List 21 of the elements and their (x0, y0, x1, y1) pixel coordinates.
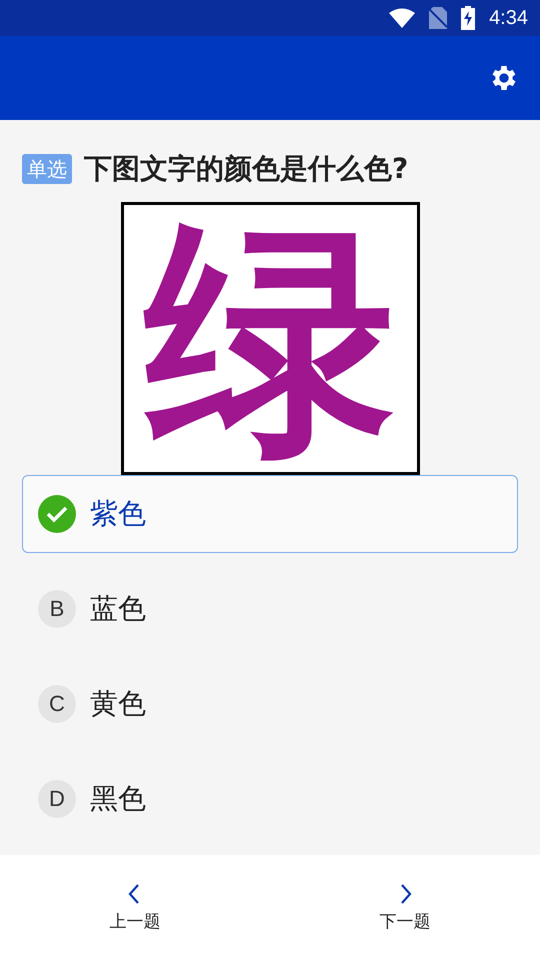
battery-charging-icon (461, 6, 476, 30)
colored-character: 绿 (145, 214, 395, 464)
option-text: 黑色 (90, 781, 146, 817)
check-circle-icon (38, 495, 76, 533)
option-letter: B (38, 590, 76, 628)
question-type-badge: 单选 (22, 154, 72, 184)
option-text: 黄色 (90, 686, 146, 722)
previous-question-button[interactable]: 上一题 (0, 855, 270, 960)
answer-option[interactable]: D 黑色 (22, 760, 518, 838)
answer-option[interactable]: C 黄色 (22, 665, 518, 743)
answer-option[interactable]: B 蓝色 (22, 570, 518, 648)
wifi-icon (389, 8, 416, 28)
option-text: 紫色 (90, 496, 146, 532)
next-question-button[interactable]: 下一题 (270, 855, 540, 960)
question-text: 下图文字的颜色是什么色? (84, 151, 408, 187)
answer-option[interactable]: 紫色 (22, 475, 518, 553)
no-sim-icon (429, 7, 448, 29)
option-letter: D (38, 780, 76, 818)
clock-time: 4:34 (489, 6, 528, 30)
option-letter: C (38, 685, 76, 723)
option-text: 蓝色 (90, 591, 146, 627)
